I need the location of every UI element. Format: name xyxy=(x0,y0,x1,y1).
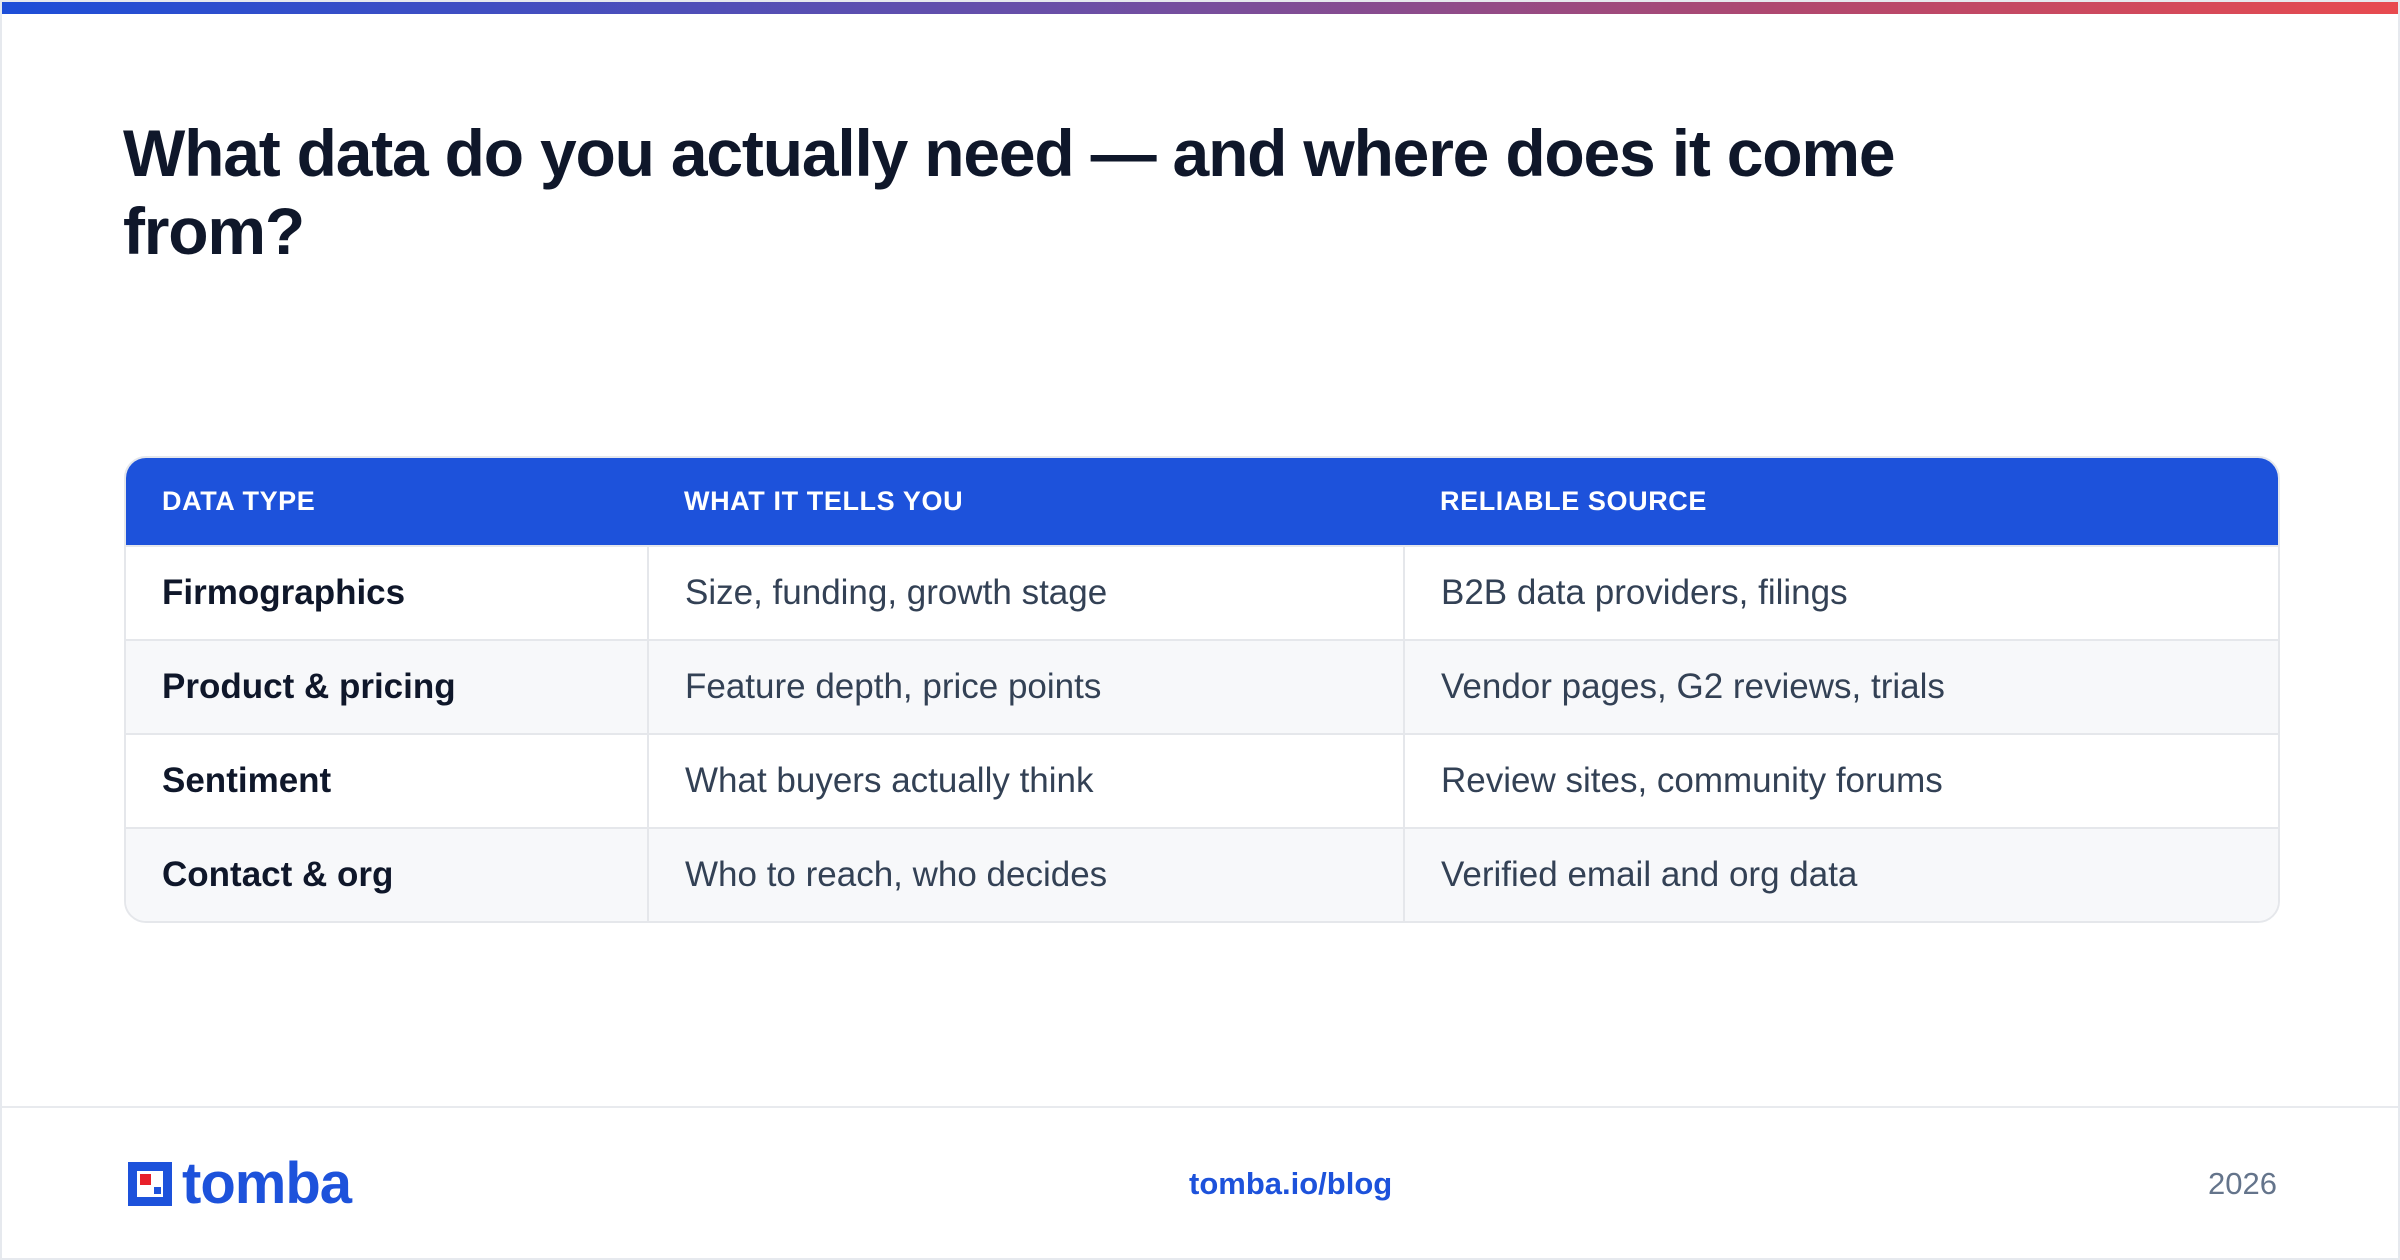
data-type-cell: Firmographics xyxy=(126,545,648,640)
tomba-logo-mark-icon xyxy=(128,1162,172,1206)
logo-wordmark: tomba xyxy=(182,1151,352,1216)
blog-link[interactable]: tomba.io/blog xyxy=(1189,1166,1392,1202)
footer-year: 2026 xyxy=(2208,1166,2277,1201)
table-row: Sentiment What buyers actually think Rev… xyxy=(126,733,2278,828)
page-title: What data do you actually need — and whe… xyxy=(123,116,1896,268)
column-header-data-type: DATA TYPE xyxy=(162,486,316,516)
column-header-what-it-tells-you: WHAT IT TELLS YOU xyxy=(684,486,964,516)
tells-cell: Size, funding, growth stage xyxy=(647,545,1404,640)
tomba-logo: tomba xyxy=(124,1151,352,1216)
table-row: Product & pricing Feature depth, price p… xyxy=(126,639,2278,734)
tells-cell: Feature depth, price points xyxy=(647,639,1404,734)
table-header-row: DATA TYPE WHAT IT TELLS YOU RELIABLE SOU… xyxy=(126,458,2278,546)
footer-divider xyxy=(2,1106,2398,1108)
top-gradient-bar xyxy=(2,2,2398,14)
table-row: Contact & org Who to reach, who decides … xyxy=(126,827,2278,921)
slide: What data do you actually need — and whe… xyxy=(0,0,2400,1260)
source-cell: Review sites, community forums xyxy=(1403,733,2278,828)
data-type-cell: Contact & org xyxy=(126,827,648,921)
source-cell: Verified email and org data xyxy=(1403,827,2278,921)
data-type-cell: Sentiment xyxy=(126,733,648,828)
table-row: Firmographics Size, funding, growth stag… xyxy=(126,545,2278,640)
tells-cell: What buyers actually think xyxy=(647,733,1404,828)
source-cell: B2B data providers, filings xyxy=(1403,545,2278,640)
column-header-reliable-source: RELIABLE SOURCE xyxy=(1440,486,1708,516)
data-sources-table: DATA TYPE WHAT IT TELLS YOU RELIABLE SOU… xyxy=(124,456,2280,923)
data-type-cell: Product & pricing xyxy=(126,639,648,734)
source-cell: Vendor pages, G2 reviews, trials xyxy=(1403,639,2278,734)
tells-cell: Who to reach, who decides xyxy=(647,827,1404,921)
